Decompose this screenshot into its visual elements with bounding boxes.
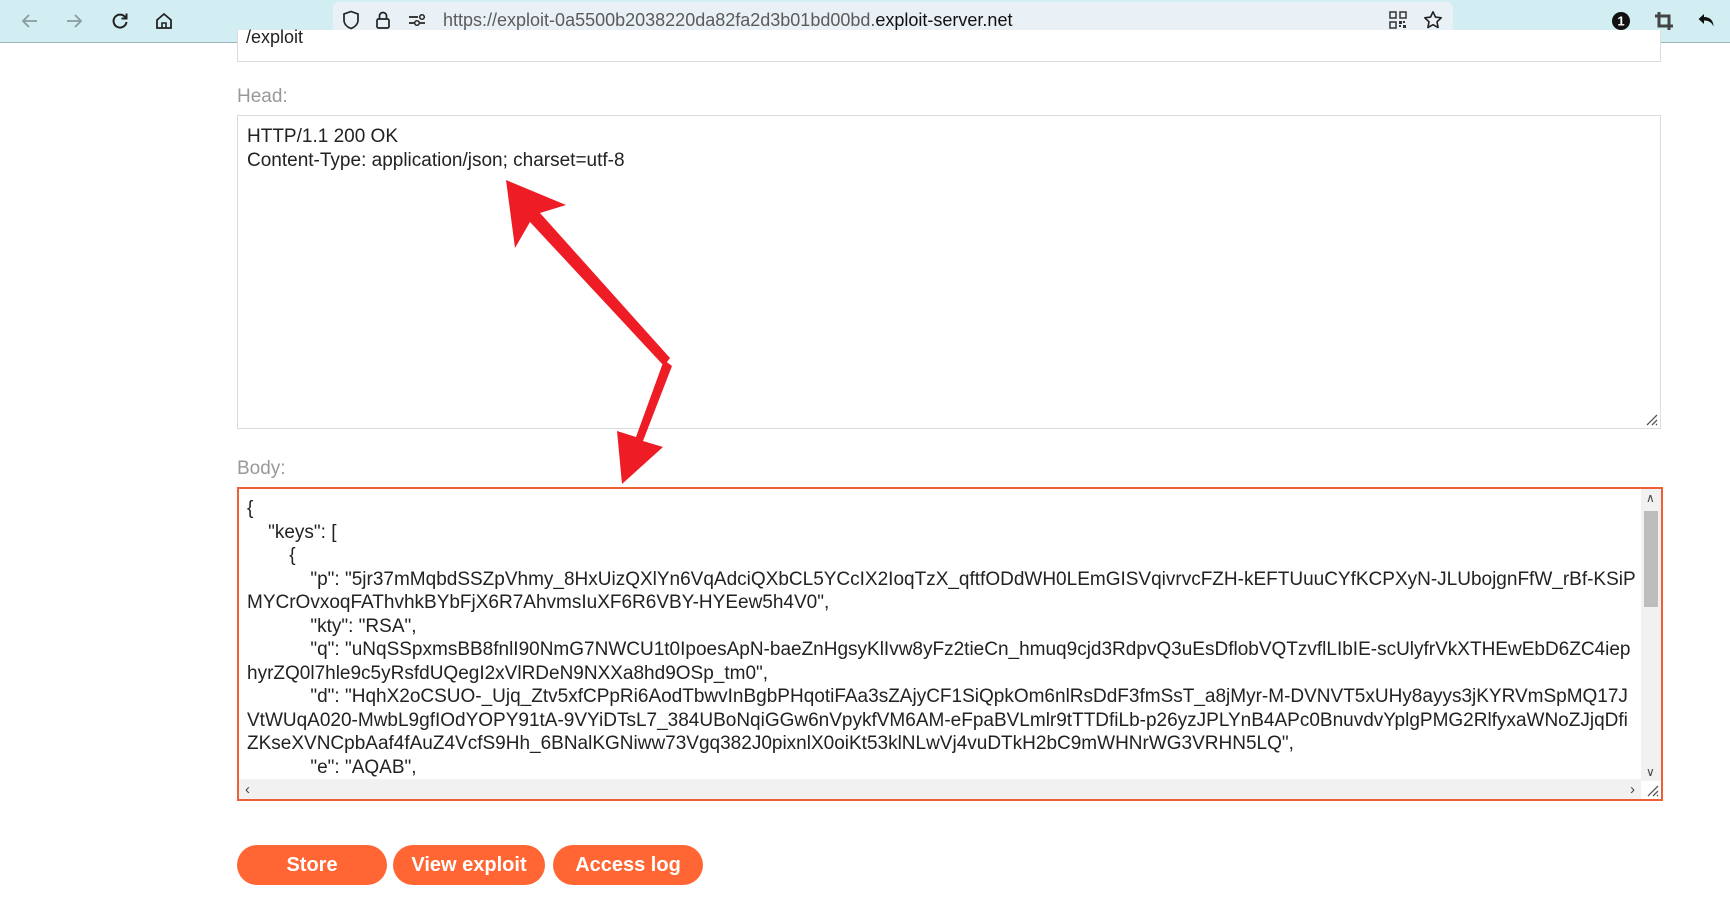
home-icon [156,12,172,29]
body-textarea[interactable]: { "keys": [ { "p": "5jr37mMqbdSSZpVhmy_8… [237,487,1663,801]
arrow-left-icon [21,14,37,28]
head-value: HTTP/1.1 200 OK Content-Type: applicatio… [247,126,625,171]
undo-button[interactable] [1693,7,1721,35]
svg-text:1: 1 [1617,14,1624,29]
scroll-down-icon[interactable]: ∨ [1646,765,1655,779]
forward-button[interactable] [60,7,88,35]
arrow-right-icon [67,14,83,28]
store-button[interactable]: Store [237,845,387,885]
body-label: Body: [237,458,286,479]
url-prefix: https://exploit-0a5500b2038220da82fa2d3b… [443,10,876,30]
vertical-scrollbar[interactable]: ∧ ∨ [1641,489,1661,781]
scroll-up-icon[interactable]: ∧ [1646,491,1655,505]
back-button[interactable] [16,7,44,35]
crop-icon [1655,12,1673,30]
horizontal-scrollbar[interactable]: ‹ › [239,779,1641,799]
file-path-value: /exploit [246,27,304,47]
body-value: { "keys": [ { "p": "5jr37mMqbdSSZpVhmy_8… [247,498,1636,778]
head-textarea[interactable]: HTTP/1.1 200 OK Content-Type: applicatio… [237,115,1661,429]
head-label: Head: [237,86,288,107]
file-path-input[interactable]: /exploit [237,27,1661,62]
shield-icon[interactable] [340,9,362,31]
extension-badge-icon: 1 [1612,12,1630,30]
view-exploit-button[interactable]: View exploit [393,845,545,885]
home-button[interactable] [150,7,178,35]
body-resize-handle-icon[interactable] [1643,781,1659,797]
qr-code-icon[interactable] [1387,9,1409,31]
site-permissions-icon[interactable] [406,9,428,31]
resize-handle-icon[interactable] [1642,410,1658,426]
access-log-button[interactable]: Access log [553,845,703,885]
scroll-right-icon[interactable]: › [1630,781,1635,798]
reload-icon [112,13,128,29]
url-text[interactable]: https://exploit-0a5500b2038220da82fa2d3b… [443,10,1012,31]
vertical-scroll-thumb[interactable] [1644,511,1658,607]
undo-arrow-icon [1698,14,1714,27]
url-domain: exploit-server.net [875,10,1013,30]
scroll-left-icon[interactable]: ‹ [245,781,250,798]
reload-button[interactable] [106,7,134,35]
lock-icon[interactable] [372,9,394,31]
bookmark-star-icon[interactable] [1422,9,1444,31]
